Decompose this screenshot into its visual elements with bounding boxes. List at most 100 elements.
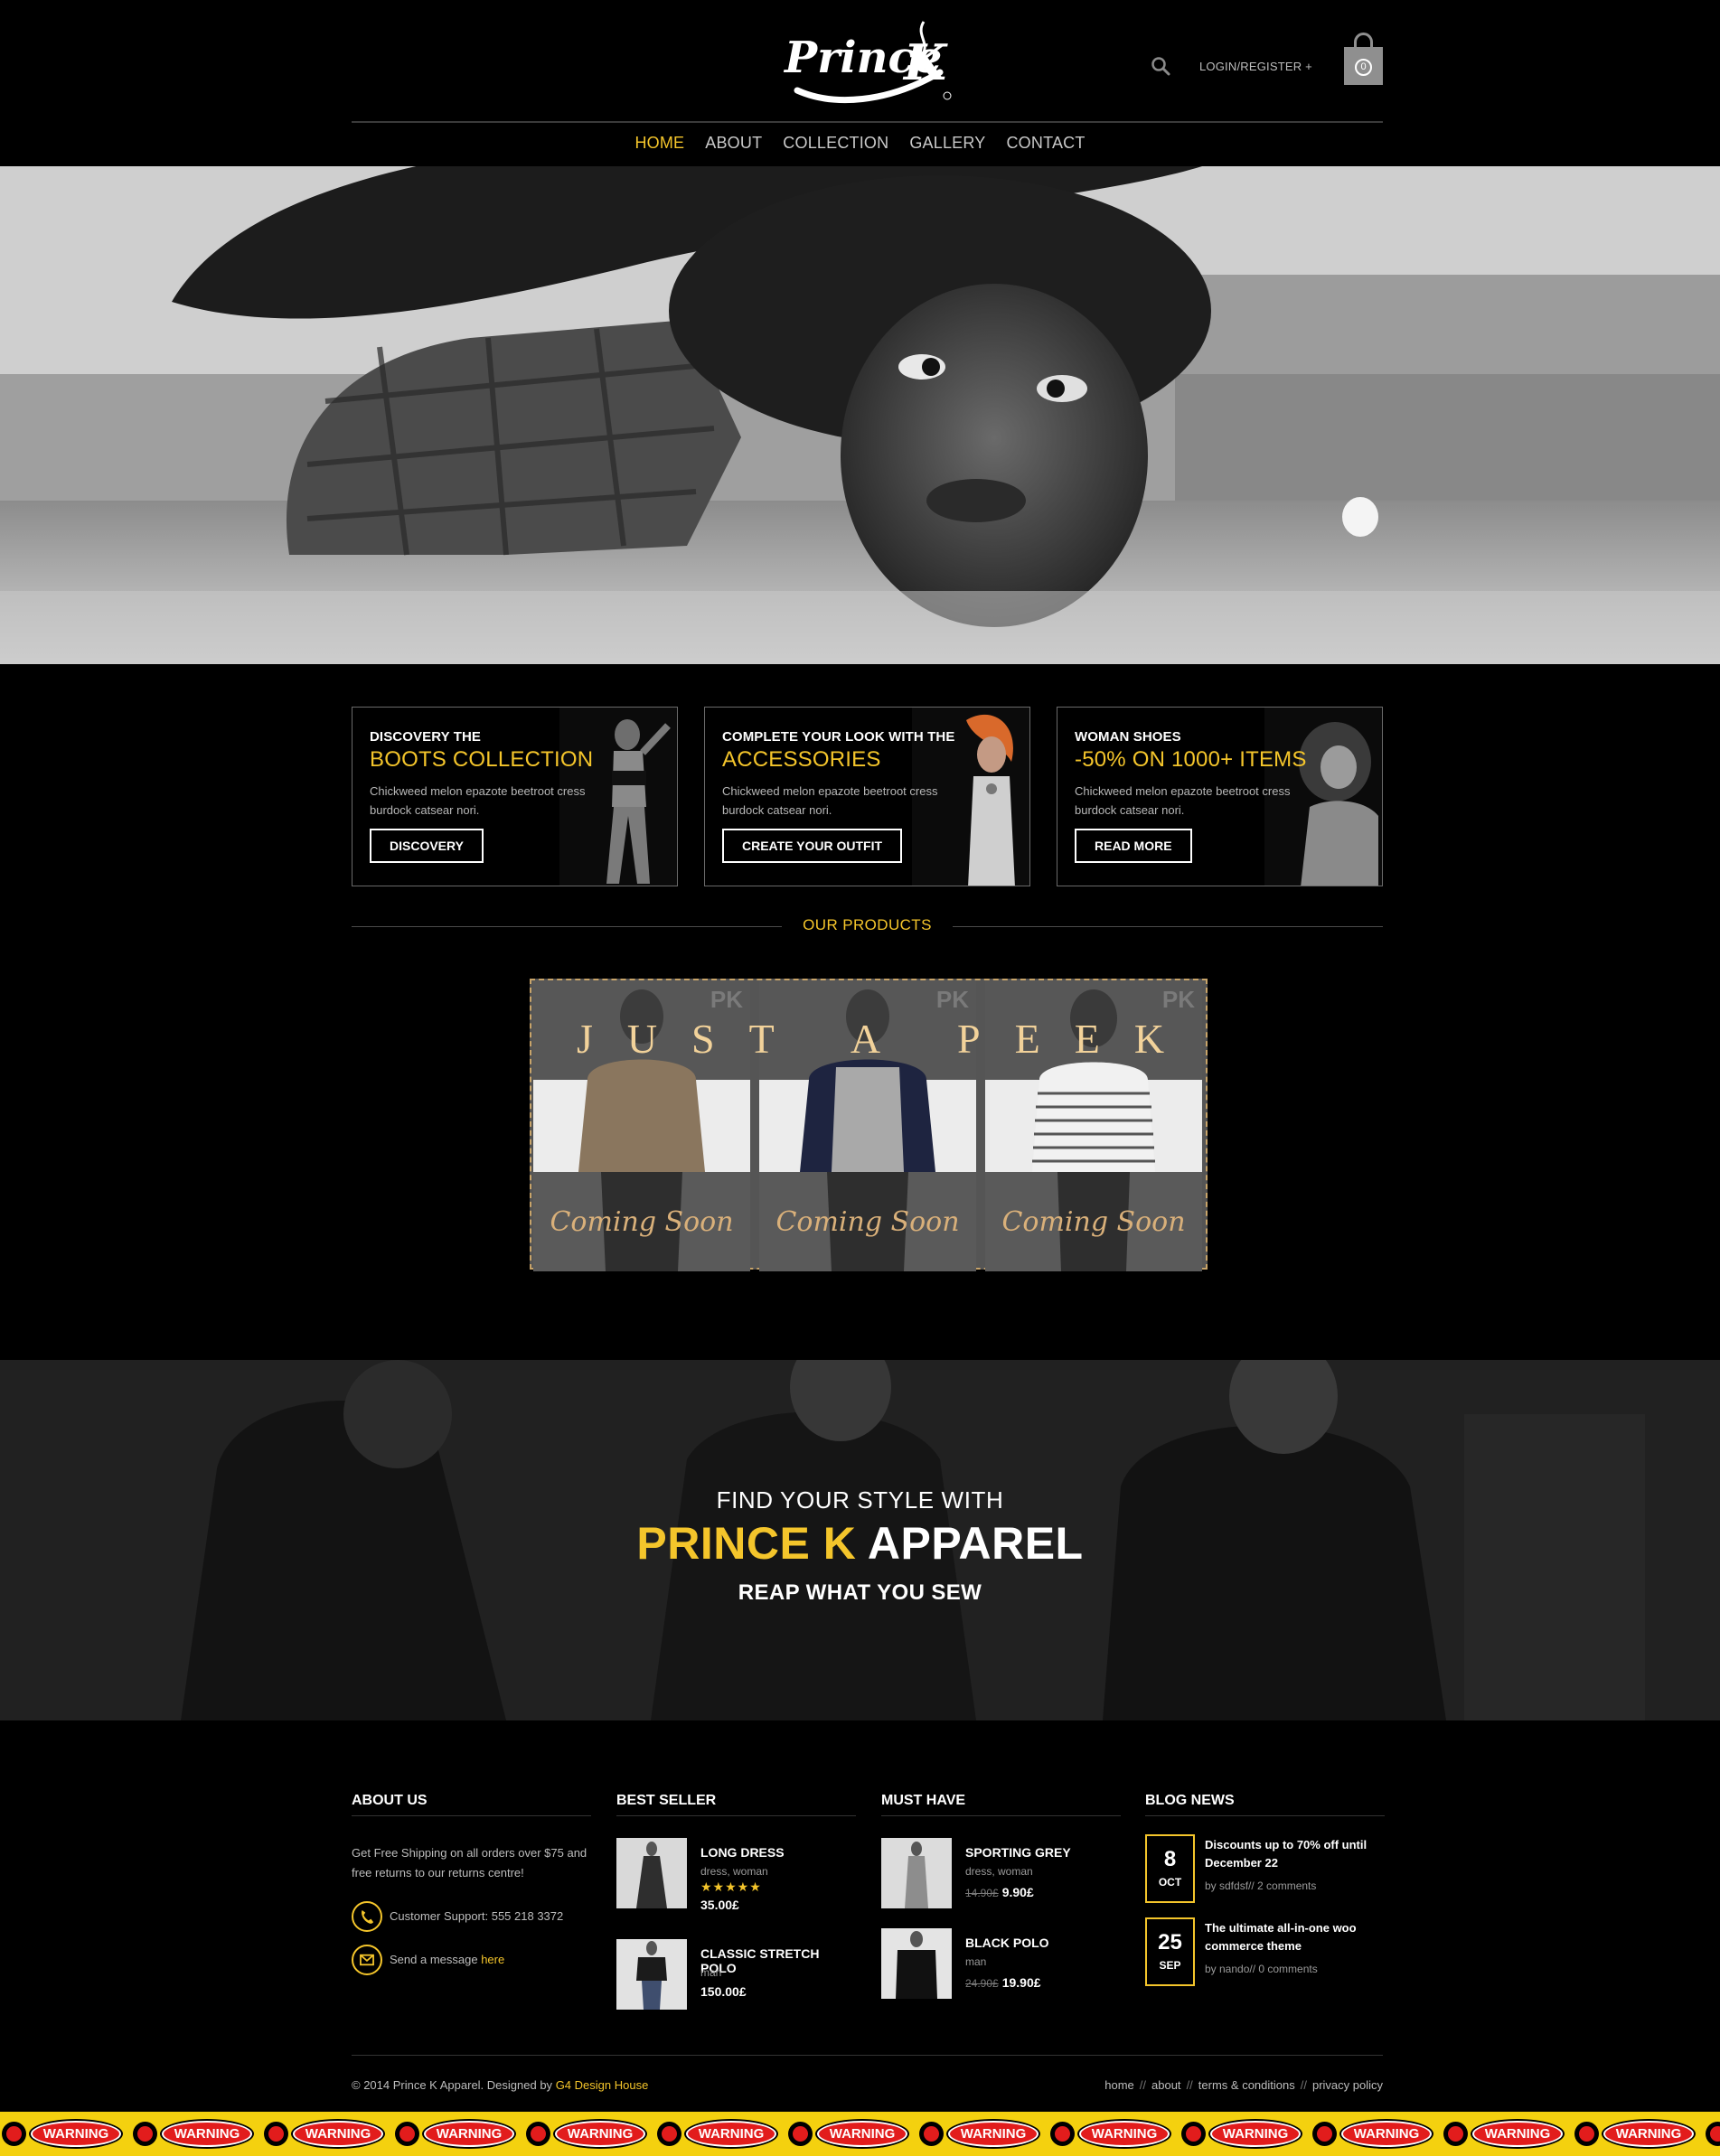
footer-heading: ABOUT US bbox=[352, 1793, 591, 1816]
stop-hand-icon bbox=[1574, 2122, 1599, 2146]
warning-text: WARNING bbox=[436, 2126, 503, 2142]
product-item-sporting-grey[interactable]: SPORTING GREY dress, woman 14.90£ 9.90£ bbox=[881, 1838, 1121, 1910]
post-date-badge: 8 OCT bbox=[1145, 1834, 1195, 1903]
cart-button[interactable]: 0 bbox=[1344, 31, 1383, 85]
apparel-banner: FIND YOUR STYLE WITH PRINCE K APPAREL RE… bbox=[0, 1360, 1720, 1720]
pk-badge: PK bbox=[1161, 986, 1195, 1013]
warning-label: WARNING bbox=[1210, 2121, 1301, 2147]
stop-hand-icon bbox=[264, 2122, 288, 2146]
warning-label: WARNING bbox=[293, 2121, 383, 2147]
hero-photo bbox=[0, 166, 1720, 664]
product-old-price: 24.90£ bbox=[965, 1977, 999, 1990]
warning-text: WARNING bbox=[1091, 2126, 1158, 2142]
product-item-classic-stretch-polo[interactable]: CLASSIC STRETCH POLO man 150.00£ bbox=[616, 1939, 856, 2011]
stop-hand-icon bbox=[657, 2122, 681, 2146]
warning-label: WARNING bbox=[1603, 2121, 1694, 2147]
footer-heading: BLOG NEWS bbox=[1145, 1793, 1385, 1816]
message-text: Send a message here bbox=[390, 1953, 504, 1966]
read-more-button[interactable]: READ MORE bbox=[1075, 829, 1192, 863]
footer-about-column: ABOUT US bbox=[352, 1793, 591, 1816]
footer-link-home[interactable]: home bbox=[1104, 2078, 1134, 2092]
just-a-peek-banner[interactable]: PK Coming Soon PK Coming Soon PK Coming … bbox=[530, 956, 1208, 1292]
create-outfit-button[interactable]: CREATE YOUR OUTFIT bbox=[722, 829, 903, 863]
footer-link-terms[interactable]: terms & conditions bbox=[1198, 2078, 1295, 2092]
login-register-link[interactable]: LOGIN/REGISTER + bbox=[1199, 60, 1312, 73]
product-sale-price: 9.90£ bbox=[1001, 1885, 1034, 1899]
nav-item-gallery[interactable]: GALLERY bbox=[909, 134, 985, 153]
footer-blog-column: BLOG NEWS bbox=[1145, 1793, 1385, 1816]
stop-hand-icon bbox=[1181, 2122, 1206, 2146]
warning-tape-segment: WARNING bbox=[655, 2112, 786, 2156]
warning-label: WARNING bbox=[1472, 2121, 1563, 2147]
stop-hand-icon bbox=[1312, 2122, 1337, 2146]
post-day: 8 bbox=[1163, 1847, 1177, 1871]
post-month: SEP bbox=[1159, 1959, 1181, 1972]
warning-label: WARNING bbox=[1079, 2121, 1170, 2147]
product-price: 150.00£ bbox=[700, 1984, 747, 1999]
product-price: 24.90£ 19.90£ bbox=[965, 1975, 1041, 1990]
blog-post[interactable]: 8 OCT Discounts up to 70% off until Dece… bbox=[1145, 1834, 1385, 1903]
nav-item-home[interactable]: HOME bbox=[634, 134, 684, 153]
warning-tape-segment: WARNING bbox=[262, 2112, 393, 2156]
warning-tape-segment: WARNING bbox=[917, 2112, 1048, 2156]
blog-post[interactable]: 25 SEP The ultimate all-in-one woo comme… bbox=[1145, 1917, 1385, 1986]
post-title[interactable]: Discounts up to 70% off until December 2… bbox=[1205, 1836, 1386, 1872]
footer-link-about[interactable]: about bbox=[1151, 2078, 1181, 2092]
promo-description: Chickweed melon epazote beetroot cress b… bbox=[722, 784, 938, 817]
warning-text: WARNING bbox=[305, 2126, 371, 2142]
warning-label: WARNING bbox=[555, 2121, 645, 2147]
promo-kicker: COMPLETE YOUR LOOK WITH THE bbox=[722, 729, 955, 745]
product-category: man bbox=[965, 1955, 987, 1968]
product-item-long-dress[interactable]: LONG DRESS dress, woman ★★★★★ 35.00£ bbox=[616, 1838, 856, 1912]
product-item-black-polo[interactable]: BLACK POLO man 24.90£ 19.90£ bbox=[881, 1928, 1121, 2001]
warning-tape-segment: WARNING bbox=[1442, 2112, 1573, 2156]
warning-tape-segment: WARNING bbox=[1573, 2112, 1704, 2156]
warning-tape-segment: WARNING bbox=[1704, 2112, 1720, 2156]
warning-text: WARNING bbox=[1484, 2126, 1551, 2142]
stop-hand-icon bbox=[1443, 2122, 1468, 2146]
footer-link-privacy[interactable]: privacy policy bbox=[1312, 2078, 1383, 2092]
promo-headline: BOOTS COLLECTION bbox=[370, 747, 594, 772]
product-thumbnail bbox=[616, 1939, 687, 2010]
site-header: Prince K LOGIN/REGISTER + 0 HOME ABOUT C… bbox=[0, 0, 1720, 166]
about-text: Get Free Shipping on all orders over $75… bbox=[352, 1846, 587, 1879]
product-thumbnail bbox=[616, 1838, 687, 1908]
link-separator: // bbox=[1139, 2078, 1147, 2092]
rating-stars-icon: ★★★★★ bbox=[700, 1879, 762, 1894]
warning-text: WARNING bbox=[1615, 2126, 1682, 2142]
prince-k-logo[interactable]: Prince K bbox=[779, 16, 960, 116]
warning-tape-segment: WARNING bbox=[1311, 2112, 1442, 2156]
promo-kicker: DISCOVERY THE bbox=[370, 729, 481, 745]
product-name: LONG DRESS bbox=[700, 1845, 785, 1860]
post-title[interactable]: The ultimate all-in-one woo commerce the… bbox=[1205, 1919, 1386, 1955]
discovery-button[interactable]: DISCOVERY bbox=[370, 829, 484, 863]
section-title-products: OUR PRODUCTS bbox=[352, 916, 1383, 934]
stop-hand-icon bbox=[788, 2122, 813, 2146]
stop-hand-icon bbox=[1706, 2122, 1720, 2146]
footer-heading: MUST HAVE bbox=[881, 1793, 1121, 1816]
banner-title-highlight: PRINCE K bbox=[636, 1518, 857, 1569]
nav-item-contact[interactable]: CONTACT bbox=[1006, 134, 1085, 153]
post-meta: by nando// 0 comments bbox=[1205, 1963, 1318, 1975]
product-thumbnail bbox=[881, 1928, 952, 1999]
stop-hand-icon bbox=[1050, 2122, 1075, 2146]
coming-soon-label: Coming Soon bbox=[775, 1206, 960, 1238]
pk-badge: PK bbox=[935, 986, 969, 1013]
designer-link[interactable]: G4 Design House bbox=[556, 2078, 649, 2092]
search-icon[interactable] bbox=[1151, 56, 1170, 76]
warning-text: WARNING bbox=[567, 2126, 634, 2142]
post-day: 25 bbox=[1158, 1930, 1182, 1954]
promo-boots: DISCOVERY THE BOOTS COLLECTION Chickweed… bbox=[352, 707, 678, 886]
copyright-text: © 2014 Prince K Apparel. Designed by bbox=[352, 2078, 553, 2092]
link-separator: // bbox=[1186, 2078, 1193, 2092]
promo-headline: -50% ON 1000+ ITEMS bbox=[1075, 747, 1307, 772]
section-title-label: OUR PRODUCTS bbox=[803, 916, 932, 933]
nav-item-collection[interactable]: COLLECTION bbox=[783, 134, 888, 153]
product-price: 14.90£ 9.90£ bbox=[965, 1885, 1034, 1899]
promo-description: Chickweed melon epazote beetroot cress b… bbox=[370, 784, 586, 817]
product-name: BLACK POLO bbox=[965, 1936, 1049, 1950]
nav-item-about[interactable]: ABOUT bbox=[705, 134, 762, 153]
warning-text: WARNING bbox=[42, 2126, 109, 2142]
message-link[interactable]: here bbox=[481, 1953, 504, 1966]
warning-label: WARNING bbox=[817, 2121, 907, 2147]
